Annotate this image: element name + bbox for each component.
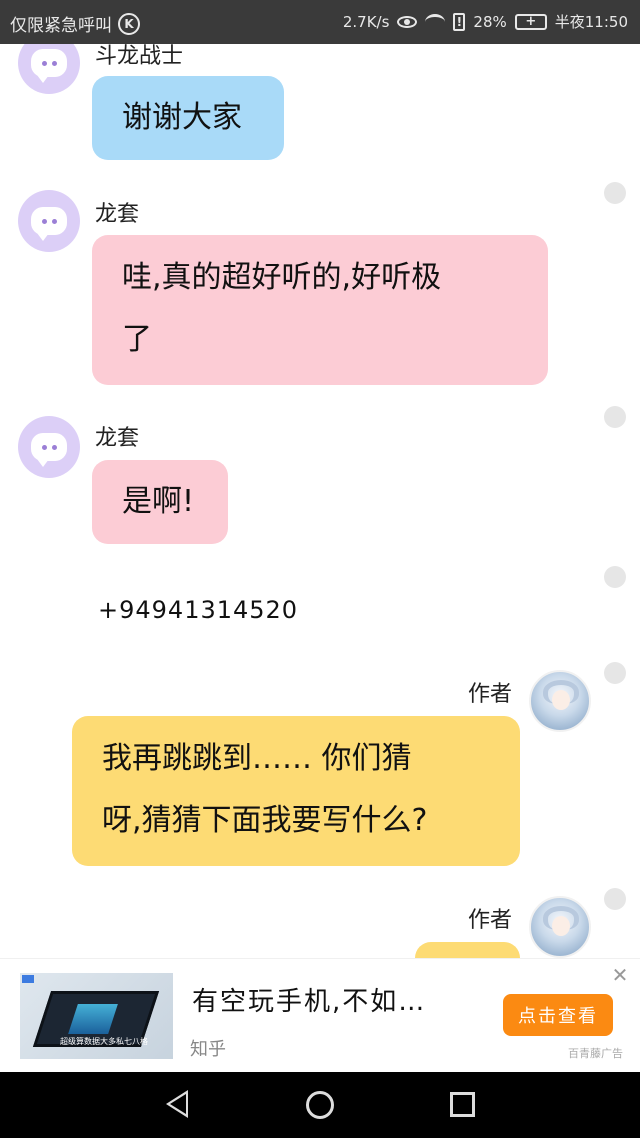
read-dot-icon <box>604 182 626 204</box>
ad-image[interactable]: 超级算数据大多私七八格 <box>20 973 173 1059</box>
ad-title[interactable]: 有空玩手机,不如… <box>192 981 426 1018</box>
home-icon[interactable] <box>306 1091 334 1119</box>
plain-message[interactable]: +94941314520 <box>98 596 298 624</box>
status-bar: 仅限紧急呼叫 K 2.7K/s ! 28% + 半夜11:50 <box>0 0 640 44</box>
read-dot-icon <box>604 662 626 684</box>
message-line: 呀,猜猜下面我要写什么? <box>102 803 428 838</box>
carrier-text: 仅限紧急呼叫 <box>10 16 112 36</box>
message-bubble[interactable] <box>415 942 520 958</box>
read-dot-icon <box>604 406 626 428</box>
sender-name: 龙套 <box>95 202 140 227</box>
sender-name: 斗龙战士 <box>95 44 184 69</box>
sender-name: 作者 <box>468 908 513 933</box>
ad-label: 百青藤广告 <box>568 1047 623 1060</box>
navigation-bar <box>0 1072 640 1138</box>
ad-banner[interactable]: 超级算数据大多私七八格 有空玩手机,不如… 知乎 点击查看 ✕ 百青藤广告 <box>0 958 640 1072</box>
message-bubble[interactable]: 哇,真的超好听的,好听极 了 <box>92 235 548 385</box>
chat-avatar-icon[interactable] <box>18 190 80 252</box>
ad-source: 知乎 <box>190 1039 226 1060</box>
message-line: 哇,真的超好听的,好听极 <box>122 260 442 295</box>
k-badge-icon: K <box>118 12 140 35</box>
sender-name: 龙套 <box>95 426 140 451</box>
battery-percent: 28% <box>473 12 507 31</box>
chat-avatar-icon[interactable] <box>18 416 80 478</box>
alert-icon: ! <box>453 12 466 31</box>
recent-apps-icon[interactable] <box>450 1092 475 1117</box>
ad-cta-button[interactable]: 点击查看 <box>503 994 613 1036</box>
chat-avatar-icon[interactable] <box>18 44 80 94</box>
message-bubble[interactable]: 我再跳跳到…… 你们猜 呀,猜猜下面我要写什么? <box>72 716 520 866</box>
message-line: 我再跳跳到…… 你们猜 <box>102 741 412 776</box>
ad-tag-icon <box>22 975 34 983</box>
read-dot-icon <box>604 566 626 588</box>
message-bubble[interactable]: 是啊! <box>92 460 228 544</box>
read-dot-icon <box>604 888 626 910</box>
ad-image-caption: 超级算数据大多私七八格 <box>60 1037 148 1046</box>
wifi-icon <box>425 13 446 30</box>
close-icon[interactable]: ✕ <box>610 965 630 985</box>
clock: 半夜11:50 <box>554 13 628 31</box>
network-speed: 2.7K/s <box>342 12 390 31</box>
back-icon[interactable] <box>166 1090 188 1118</box>
author-avatar[interactable] <box>529 670 591 732</box>
chat-area[interactable]: 斗龙战士 谢谢大家 龙套 哇,真的超好听的,好听极 了 龙套 是啊! +9494… <box>0 44 640 958</box>
sender-name: 作者 <box>468 682 513 707</box>
battery-icon: + <box>514 13 547 30</box>
author-avatar[interactable] <box>529 896 591 958</box>
message-line: 了 <box>122 322 152 357</box>
eye-icon <box>397 15 418 28</box>
message-bubble[interactable]: 谢谢大家 <box>92 76 284 160</box>
